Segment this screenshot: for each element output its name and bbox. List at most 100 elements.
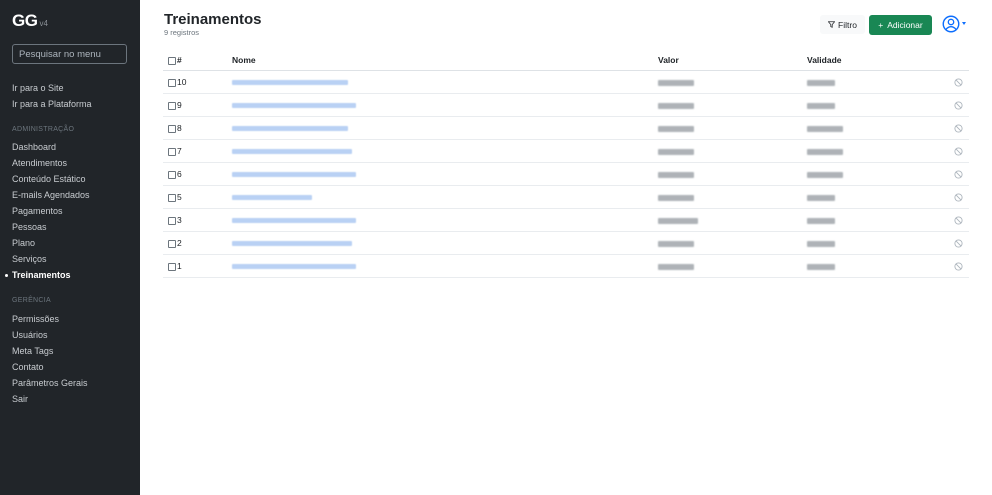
disabled-icon[interactable] [954,78,963,87]
row-validity-redacted [807,217,835,224]
row-id: 2 [177,231,232,255]
row-validity-redacted [807,194,835,201]
user-menu-caret-icon[interactable] [962,22,966,25]
table-row[interactable]: 7 [163,139,969,163]
row-value-redacted [658,125,694,132]
disabled-icon[interactable] [954,124,963,133]
table-row[interactable]: 1 [163,254,969,278]
table-row[interactable]: 5 [163,185,969,209]
disabled-icon[interactable] [954,193,963,202]
nav-platform-link[interactable]: Ir para a Plataforma [12,99,92,109]
row-value-redacted [658,240,694,247]
filter-button[interactable]: Filtro [820,15,865,34]
table-row[interactable]: 10 [163,70,969,94]
row-checkbox[interactable] [168,170,176,179]
disabled-icon[interactable] [954,262,963,271]
row-value-redacted [658,217,698,224]
table-row[interactable]: 9 [163,93,969,117]
row-checkbox[interactable] [168,193,176,202]
col-id-header[interactable]: # [177,50,232,71]
nav-plano[interactable]: Plano [12,238,35,248]
row-validity-redacted [807,171,843,178]
row-checkbox[interactable] [168,239,176,248]
nav-contato[interactable]: Contato [12,362,44,372]
table-row[interactable]: 2 [163,231,969,255]
nav-parametros-gerais[interactable]: Parâmetros Gerais [12,378,88,388]
col-valor-header[interactable]: Valor [658,50,807,71]
disabled-icon[interactable] [954,147,963,156]
row-checkbox[interactable] [168,262,176,271]
table-row[interactable]: 3 [163,208,969,232]
nav-sair[interactable]: Sair [12,394,28,404]
row-value-redacted [658,102,694,109]
row-id: 10 [177,70,232,94]
row-value-redacted [658,171,694,178]
row-validity-redacted [807,102,835,109]
disabled-icon[interactable] [954,101,963,110]
nav-pessoas[interactable]: Pessoas [12,222,47,232]
row-name-link-redacted[interactable] [232,172,356,178]
row-name-link-redacted[interactable] [232,195,312,201]
row-validity-redacted [807,240,835,247]
disabled-icon[interactable] [954,170,963,179]
disabled-icon[interactable] [954,216,963,225]
nav-emails-agendados[interactable]: E-mails Agendados [12,190,90,200]
logo-text: GG [12,11,38,30]
row-name-link-redacted[interactable] [232,80,348,86]
menu-search-input[interactable] [12,44,127,64]
row-name-link-redacted[interactable] [232,126,348,132]
row-id: 5 [177,185,232,209]
nav-atendimentos[interactable]: Atendimentos [12,158,67,168]
row-validity-redacted [807,263,835,270]
row-name-link-redacted[interactable] [232,103,356,109]
nav-treinamentos[interactable]: Treinamentos [5,270,71,280]
trainings-table: # Nome Valor Validade 10 9 8 7 6 5 3 2 1 [163,50,969,278]
nav-site-link[interactable]: Ir para o Site [12,83,64,93]
select-all-cell [163,50,177,71]
add-button[interactable]: + Adicionar [869,15,932,35]
row-validity-redacted [807,79,835,86]
table-header-row: # Nome Valor Validade [163,50,969,71]
nav-dashboard[interactable]: Dashboard [12,142,56,152]
row-value-redacted [658,194,694,201]
disabled-icon[interactable] [954,239,963,248]
app-version: v4 [39,19,48,28]
section-admin-heading: ADMINISTRAÇÃO [12,126,75,133]
row-validity-redacted [807,125,843,132]
row-name-link-redacted[interactable] [232,241,352,247]
nav-treinamentos-label: Treinamentos [12,270,71,280]
record-count: 9 registros [164,28,200,37]
row-id: 7 [177,139,232,163]
nav-usuarios[interactable]: Usuários [12,330,48,340]
select-all-checkbox[interactable] [168,56,176,65]
row-checkbox[interactable] [168,101,176,110]
app-logo[interactable]: GG v4 [12,11,48,31]
nav-conteudo-estatico[interactable]: Conteúdo Estático [12,174,86,184]
nav-servicos[interactable]: Serviços [12,254,47,264]
row-name-link-redacted[interactable] [232,218,356,224]
add-button-label: Adicionar [887,20,923,30]
page-title: Treinamentos [164,11,262,28]
table-row[interactable]: 6 [163,162,969,186]
col-validade-header[interactable]: Validade [807,50,907,71]
row-checkbox[interactable] [168,216,176,225]
filter-button-label: Filtro [838,19,857,30]
row-value-redacted [658,79,694,86]
section-management-heading: GERÊNCIA [12,297,51,304]
row-name-link-redacted[interactable] [232,264,356,270]
row-checkbox[interactable] [168,78,176,87]
nav-permissoes[interactable]: Permissões [12,314,59,324]
user-circle-icon[interactable] [942,15,960,33]
row-id: 6 [177,162,232,186]
sidebar: GGv4 Ir para o Site Ir para a Plataforma… [0,0,140,495]
row-name-link-redacted[interactable] [232,149,352,155]
row-value-redacted [658,263,694,270]
row-value-redacted [658,148,694,155]
row-checkbox[interactable] [168,147,176,156]
nav-pagamentos[interactable]: Pagamentos [12,206,63,216]
col-nome-header[interactable]: Nome [232,50,658,71]
row-checkbox[interactable] [168,124,176,133]
table-row[interactable]: 8 [163,116,969,140]
row-validity-redacted [807,148,843,155]
nav-meta-tags[interactable]: Meta Tags [12,346,53,356]
